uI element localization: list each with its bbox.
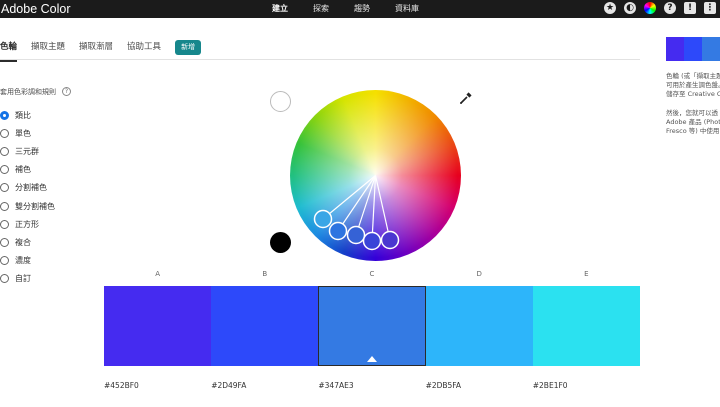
apps-grid-icon[interactable]: ⋮ bbox=[704, 2, 716, 14]
side-swatch-3 bbox=[702, 37, 720, 61]
color-wheel-icon[interactable] bbox=[644, 2, 656, 14]
nav-trends[interactable]: 趨勢 bbox=[354, 0, 370, 18]
swatch-labels: A B C D E bbox=[104, 270, 640, 282]
brightness-min-dot[interactable] bbox=[270, 232, 291, 253]
swatch-d[interactable] bbox=[425, 286, 533, 366]
radio-icon[interactable] bbox=[0, 201, 9, 211]
rule-shades[interactable]: 濃度 bbox=[0, 252, 55, 270]
hex-value[interactable]: #347AE3 bbox=[318, 381, 425, 390]
side-swatch-2 bbox=[684, 37, 702, 61]
top-nav: 建立 探索 趨勢 資料庫 bbox=[272, 0, 444, 18]
swatch-label: A bbox=[155, 270, 160, 278]
swatch-c[interactable] bbox=[318, 286, 426, 366]
tab-accessibility-tools[interactable]: 協助工具 bbox=[127, 40, 161, 60]
swatch-label: B bbox=[262, 270, 268, 278]
brand-logo[interactable]: Adobe Color bbox=[1, 1, 71, 17]
color-wheel-area bbox=[260, 82, 480, 267]
marker-d bbox=[362, 231, 382, 251]
swatch-e[interactable] bbox=[532, 286, 640, 366]
brightness-max-dot[interactable] bbox=[270, 91, 291, 112]
help-icon[interactable]: ? bbox=[664, 2, 676, 14]
side-palette-preview[interactable] bbox=[666, 37, 720, 61]
side-swatch-1 bbox=[666, 37, 684, 61]
hex-value[interactable]: #2BE1F0 bbox=[533, 381, 640, 390]
radio-icon[interactable] bbox=[0, 183, 9, 193]
hex-value[interactable]: #452BF0 bbox=[104, 381, 211, 390]
swatch-label: E bbox=[584, 270, 589, 278]
harmony-markers[interactable] bbox=[290, 90, 461, 261]
rule-analogous[interactable]: 類比 bbox=[0, 106, 55, 124]
swatch-b[interactable] bbox=[211, 286, 319, 366]
rule-double-split-complementary[interactable]: 雙分割補色 bbox=[0, 197, 55, 215]
hex-values: #452BF0 #2D49FA #347AE3 #2DB5FA #2BE1F0 bbox=[104, 381, 640, 390]
side-paragraph-1: 色輪 (或「擷取主題」) 可用於產生調色盤。 儲存至 Creative Cl bbox=[666, 72, 720, 98]
palette-swatches bbox=[104, 286, 640, 366]
rule-complementary[interactable]: 補色 bbox=[0, 161, 55, 179]
contrast-icon[interactable]: ◐ bbox=[624, 2, 636, 14]
radio-icon[interactable] bbox=[0, 237, 9, 247]
hex-value[interactable]: #2D49FA bbox=[211, 381, 318, 390]
feedback-icon[interactable]: ! bbox=[684, 2, 696, 14]
swatch-a[interactable] bbox=[104, 286, 212, 366]
marker-a bbox=[313, 209, 333, 229]
swatch-label: C bbox=[369, 270, 375, 278]
radio-icon[interactable] bbox=[0, 146, 9, 156]
tab-color-wheel[interactable]: 色輪 bbox=[0, 40, 18, 62]
marker-b bbox=[328, 221, 348, 241]
star-icon[interactable]: ★ bbox=[604, 2, 616, 14]
rule-monochromatic[interactable]: 單色 bbox=[0, 124, 55, 142]
new-badge: 新增 bbox=[175, 40, 202, 55]
radio-icon[interactable] bbox=[0, 128, 9, 138]
mode-tabs: 色輪 擷取主題 擷取漸層 協助工具 新增 bbox=[0, 40, 640, 62]
nav-explore[interactable]: 探索 bbox=[313, 0, 329, 18]
radio-icon[interactable] bbox=[0, 110, 9, 120]
selected-indicator-icon bbox=[366, 356, 377, 362]
rule-square[interactable]: 正方形 bbox=[0, 215, 55, 233]
swatch-label: D bbox=[476, 270, 482, 278]
harmony-rule-list: 類比 單色 三元群 補色 分割補色 雙分割補色 正方形 複合 濃度 自訂 bbox=[0, 106, 55, 288]
nav-create[interactable]: 建立 bbox=[272, 0, 288, 18]
hex-value[interactable]: #2DB5FA bbox=[426, 381, 533, 390]
tab-extract-gradient[interactable]: 擷取漸層 bbox=[79, 40, 113, 60]
side-info-text: 色輪 (或「擷取主題」) 可用於產生調色盤。 儲存至 Creative Cl 然… bbox=[666, 72, 720, 146]
top-bar: Adobe Color 建立 探索 趨勢 資料庫 ★ ◐ ? ! ⋮ bbox=[0, 0, 720, 18]
help-circle-icon[interactable]: ? bbox=[62, 87, 71, 96]
nav-library[interactable]: 資料庫 bbox=[395, 0, 419, 18]
rule-custom[interactable]: 自訂 bbox=[0, 270, 55, 288]
marker-e bbox=[380, 230, 400, 250]
marker-c bbox=[346, 225, 366, 245]
radio-icon[interactable] bbox=[0, 219, 9, 229]
rule-split-complementary[interactable]: 分割補色 bbox=[0, 179, 55, 197]
harmony-rules-title: 套用色彩調和規則 bbox=[0, 88, 56, 96]
radio-icon[interactable] bbox=[0, 256, 9, 266]
eyedropper-icon[interactable] bbox=[459, 91, 473, 105]
rule-triad[interactable]: 三元群 bbox=[0, 142, 55, 160]
tab-extract-theme[interactable]: 擷取主題 bbox=[31, 40, 65, 60]
radio-icon[interactable] bbox=[0, 165, 9, 175]
rule-compound[interactable]: 複合 bbox=[0, 233, 55, 251]
side-paragraph-2: 然後，您就可以透 Adobe 產品 (Photo Fresco 等) 中使用 bbox=[666, 109, 720, 135]
radio-icon[interactable] bbox=[0, 274, 9, 284]
